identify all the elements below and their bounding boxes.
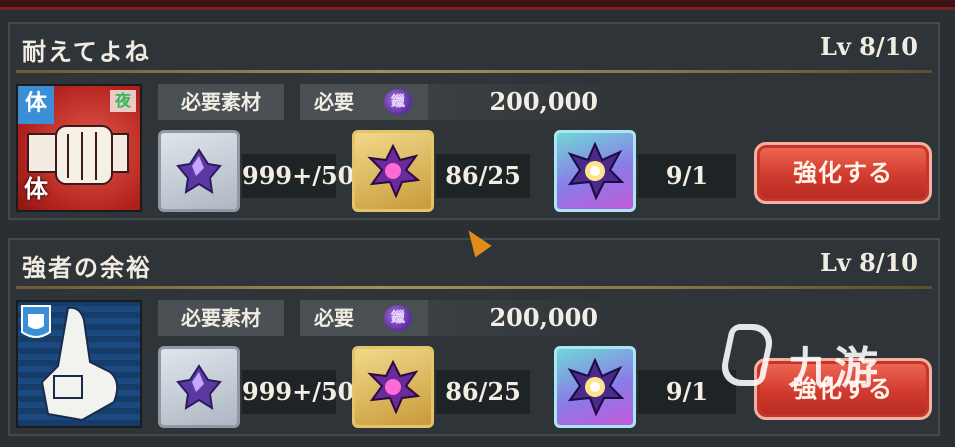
skill-level: Lv 8/10: [819, 248, 918, 277]
crystal-art: [367, 144, 420, 198]
material-count: 9/1: [638, 370, 736, 414]
materials-label: 必要素材: [158, 300, 284, 336]
type-badge: 体: [18, 86, 54, 124]
watermark-logo-icon: [717, 324, 777, 386]
required-label: 必要: [314, 306, 354, 330]
crystal-art: [367, 360, 420, 414]
silver-crystal-icon[interactable]: [158, 130, 240, 212]
material-count: 86/25: [436, 154, 530, 198]
night-badge: 夜: [110, 90, 136, 112]
skill-title: 強者の余裕: [22, 253, 152, 282]
watermark-text: 九游: [788, 343, 880, 394]
material-count: 86/25: [436, 370, 530, 414]
gold-crystal-icon[interactable]: [352, 346, 434, 428]
material-count: 9/1: [638, 154, 736, 198]
purple-coin-icon: 鑞: [384, 89, 412, 115]
fist-skill-icon[interactable]: 体 夜 体: [16, 84, 142, 212]
skill-level: Lv 8/10: [819, 32, 918, 61]
hand-gesture-skill-icon[interactable]: [16, 300, 142, 428]
crystal-art: [176, 364, 222, 410]
rainbow-crystal-icon[interactable]: [554, 130, 636, 212]
materials-label: 必要素材: [158, 84, 284, 120]
skill-panel: 耐えてよね Lv 8/10 体 夜 体 必要素材 必要 鑞 200,000 99…: [8, 22, 940, 220]
purple-coin-icon: 鑞: [384, 305, 412, 331]
material-count: 999+/50: [242, 370, 354, 414]
enhance-button[interactable]: 強化する: [754, 142, 932, 204]
watermark: 九游: [717, 318, 924, 398]
divider: [16, 286, 932, 289]
cost-value: 200,000: [428, 84, 602, 120]
material-count: 999+/50: [242, 154, 354, 198]
crystal-art: [176, 148, 222, 194]
gold-crystal-icon[interactable]: [352, 130, 434, 212]
rainbow-crystal-icon[interactable]: [554, 346, 636, 428]
skill-title: 耐えてよね: [22, 37, 151, 66]
divider: [16, 70, 932, 73]
silver-crystal-icon[interactable]: [158, 346, 240, 428]
required-label-box: 必要 鑞: [300, 84, 428, 120]
crystal-art: [567, 358, 624, 416]
required-label-box: 必要 鑞: [300, 300, 428, 336]
type-label: 体: [24, 175, 48, 203]
crystal-art: [567, 142, 624, 200]
cost-value: 200,000: [428, 300, 602, 336]
required-label: 必要: [314, 90, 354, 114]
hand-art: [21, 305, 119, 422]
top-banner-strip: [0, 0, 955, 10]
